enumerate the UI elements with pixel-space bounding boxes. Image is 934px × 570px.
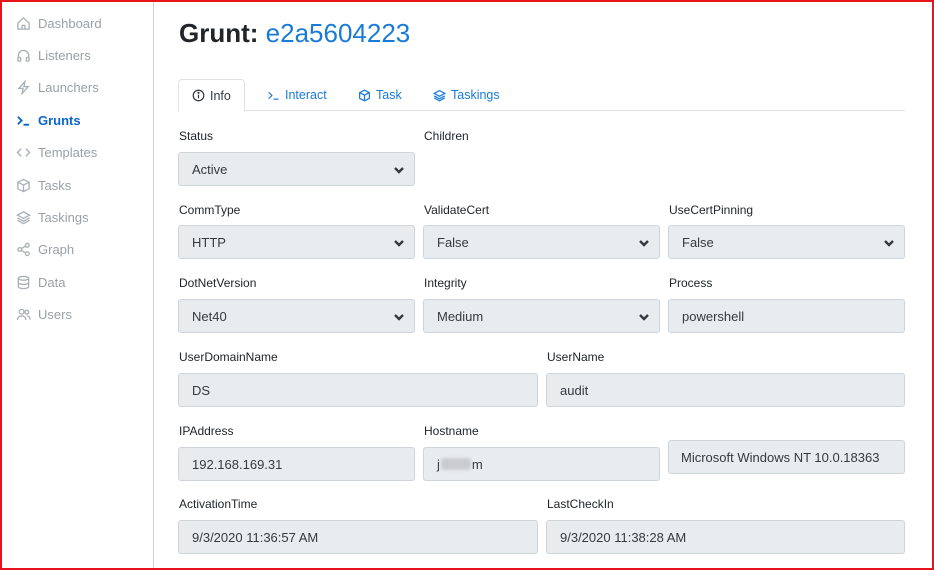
lastcheckin-label: LastCheckIn [547, 497, 614, 511]
sidebar-item-label: Tasks [38, 177, 72, 193]
chevron-down-icon [883, 237, 895, 249]
process-value: powershell [682, 308, 745, 324]
page-title: Grunt: e2a5604223 [179, 18, 410, 49]
validatecert-select[interactable]: False [423, 225, 660, 259]
sidebar-item-label: Taskings [38, 209, 89, 225]
integrity-label: Integrity [424, 276, 467, 290]
layers-icon [14, 209, 32, 225]
sidebar-item-label: Launchers [38, 79, 99, 95]
integrity-value: Medium [437, 308, 484, 324]
database-icon [14, 274, 32, 290]
terminal-icon [14, 112, 32, 128]
home-icon [14, 15, 32, 31]
sidebar-item-label: Templates [38, 144, 98, 160]
sidebar-item-grunts[interactable]: Grunts [14, 109, 81, 131]
tab-interact-label: Interact [285, 88, 327, 102]
sidebar-item-tasks[interactable]: Tasks [14, 174, 71, 196]
sidebar: Dashboard Listeners Launchers Grunts Tem… [2, 2, 154, 568]
userdomainname-value: DS [192, 382, 211, 398]
hostname-label: Hostname [424, 424, 479, 438]
hostname-value-end: m [471, 456, 483, 472]
status-label: Status [179, 129, 214, 143]
commtype-value: HTTP [192, 234, 226, 250]
ipaddress-value: 192.168.169.31 [192, 456, 283, 472]
username-value: audit [560, 382, 589, 398]
activationtime-value: 9/3/2020 11:36:57 AM [192, 529, 319, 545]
sidebar-item-taskings[interactable]: Taskings [14, 206, 89, 228]
dotnetversion-label: DotNetVersion [179, 276, 257, 290]
activationtime-label: ActivationTime [179, 497, 258, 511]
integrity-select[interactable]: Medium [423, 299, 660, 333]
box-icon [359, 89, 370, 101]
tab-task[interactable]: Task [358, 79, 402, 111]
lastcheckin-field[interactable]: 9/3/2020 11:38:28 AM [546, 520, 905, 554]
tab-taskings[interactable]: Taskings [433, 79, 500, 111]
sidebar-item-users[interactable]: Users [14, 303, 72, 325]
validatecert-value: False [437, 234, 469, 250]
ipaddress-field[interactable]: 192.168.169.31 [178, 447, 415, 481]
status-select[interactable]: Active [178, 152, 415, 186]
chevron-down-icon [393, 164, 405, 176]
operating-system-value: Microsoft Windows NT 10.0.18363 [681, 449, 880, 465]
page-title-prefix: Grunt: [179, 18, 259, 48]
share-icon [14, 241, 32, 257]
sidebar-item-label: Dashboard [38, 15, 102, 31]
users-icon [14, 306, 32, 322]
usecertpinning-value: False [682, 234, 714, 250]
sidebar-item-listeners[interactable]: Listeners [14, 44, 91, 66]
main-content: Grunt: e2a5604223 Info Interact Task Tas… [155, 2, 932, 568]
box-icon [14, 177, 32, 193]
sidebar-item-graph[interactable]: Graph [14, 238, 74, 260]
sidebar-item-label: Data [38, 274, 66, 290]
info-icon [192, 89, 205, 102]
status-value: Active [192, 161, 228, 177]
sidebar-item-launchers[interactable]: Launchers [14, 76, 99, 98]
grunt-id: e2a5604223 [265, 18, 411, 48]
dotnetversion-select[interactable]: Net40 [178, 299, 415, 333]
validatecert-label: ValidateCert [424, 203, 490, 217]
username-field[interactable]: audit [546, 373, 905, 407]
sidebar-item-label: Grunts [38, 112, 81, 128]
userdomainname-label: UserDomainName [179, 350, 278, 364]
usecertpinning-label: UseCertPinning [669, 203, 754, 217]
activationtime-field[interactable]: 9/3/2020 11:36:57 AM [178, 520, 538, 554]
chevron-down-icon [638, 237, 650, 249]
chevron-down-icon [638, 311, 650, 323]
sidebar-item-label: Users [38, 306, 72, 322]
children-label: Children [424, 129, 469, 143]
tab-info[interactable]: Info [178, 79, 245, 112]
redacted-blur [440, 458, 471, 470]
sidebar-item-templates[interactable]: Templates [14, 141, 97, 163]
chevron-down-icon [393, 237, 405, 249]
tab-taskings-label: Taskings [451, 88, 500, 102]
hostname-value-start: j [437, 456, 440, 472]
process-label: Process [669, 276, 713, 290]
sidebar-item-dashboard[interactable]: Dashboard [14, 12, 102, 34]
userdomainname-field[interactable]: DS [178, 373, 538, 407]
hostname-field[interactable]: j m [423, 447, 660, 481]
lightning-icon [14, 79, 32, 95]
terminal-icon [268, 91, 279, 100]
sidebar-item-data[interactable]: Data [14, 271, 65, 293]
username-label: UserName [547, 350, 605, 364]
tab-info-label: Info [210, 88, 231, 103]
tab-bar: Info Interact Task Taskings [178, 79, 905, 112]
process-field[interactable]: powershell [668, 299, 905, 333]
code-icon [14, 144, 32, 160]
commtype-select[interactable]: HTTP [178, 225, 415, 259]
tab-interact[interactable]: Interact [267, 79, 327, 111]
commtype-label: CommType [179, 203, 241, 217]
lastcheckin-value: 9/3/2020 11:38:28 AM [560, 529, 687, 545]
sidebar-item-label: Listeners [38, 47, 91, 63]
headphones-icon [14, 47, 32, 63]
operating-system-field[interactable]: Microsoft Windows NT 10.0.18363 [668, 440, 905, 474]
layers-icon [433, 89, 446, 101]
sidebar-item-label: Graph [38, 241, 75, 257]
tab-task-label: Task [376, 88, 402, 102]
dotnetversion-value: Net40 [192, 308, 227, 324]
usecertpinning-select[interactable]: False [668, 225, 905, 259]
chevron-down-icon [393, 311, 405, 323]
ipaddress-label: IPAddress [179, 424, 234, 438]
